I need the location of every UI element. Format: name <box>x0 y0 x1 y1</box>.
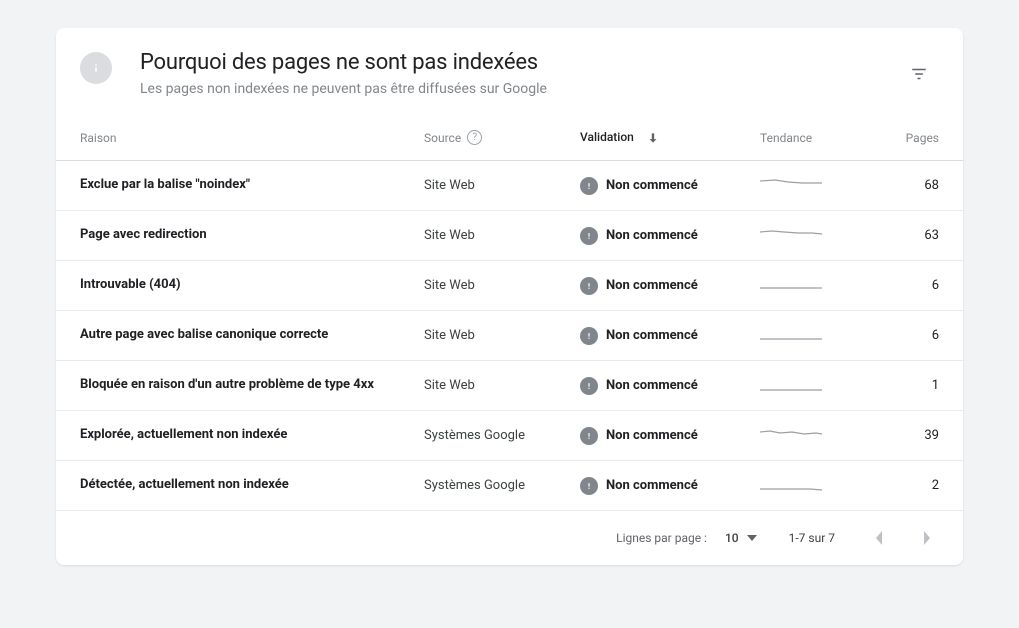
trend-cell <box>760 176 850 196</box>
pagination-range: 1-7 sur 7 <box>789 531 835 545</box>
reason-cell: Page avec redirection <box>80 226 424 245</box>
trend-cell <box>760 276 850 296</box>
table-row[interactable]: Bloquée en raison d'un autre problème de… <box>56 361 963 411</box>
sparkline-icon <box>760 176 822 192</box>
table-row[interactable]: Page avec redirectionSite Web Non commenc… <box>56 211 963 261</box>
validation-status: Non commencé <box>606 328 698 343</box>
alert-icon <box>580 377 598 395</box>
validation-cell: Non commencé <box>580 277 760 295</box>
chevron-left-icon <box>874 531 884 545</box>
col-header-source[interactable]: Source ? <box>424 130 580 145</box>
reason-cell: Autre page avec balise canonique correct… <box>80 326 424 345</box>
validation-cell: Non commencé <box>580 227 760 245</box>
validation-status: Non commencé <box>606 278 698 293</box>
table-row[interactable]: Exclue par la balise "noindex"Site Web No… <box>56 161 963 211</box>
trend-cell <box>760 376 850 396</box>
rows-per-page-value: 10 <box>725 531 739 545</box>
validation-cell: Non commencé <box>580 327 760 345</box>
rows-per-page-label: Lignes par page : <box>616 531 707 545</box>
validation-status: Non commencé <box>606 478 698 493</box>
table-footer: Lignes par page : 10 1-7 sur 7 <box>56 511 963 565</box>
help-icon[interactable]: ? <box>467 130 482 145</box>
sparkline-icon <box>760 226 822 242</box>
prev-page-button[interactable] <box>859 518 899 558</box>
col-header-trend[interactable]: Tendance <box>760 131 850 145</box>
table-row[interactable]: Autre page avec balise canonique correct… <box>56 311 963 361</box>
reason-cell: Explorée, actuellement non indexée <box>80 426 424 445</box>
reason-cell: Détectée, actuellement non indexée <box>80 476 424 495</box>
source-cell: Site Web <box>424 328 580 343</box>
chevron-right-icon <box>922 531 932 545</box>
table-body: Exclue par la balise "noindex"Site WebNo… <box>56 161 963 511</box>
source-cell: Site Web <box>424 278 580 293</box>
validation-cell: Non commencé <box>580 377 760 395</box>
validation-cell: Non commencé <box>580 427 760 445</box>
sparkline-icon <box>760 376 822 392</box>
info-icon <box>80 52 112 84</box>
col-header-source-label: Source <box>424 131 461 145</box>
pages-cell: 39 <box>850 428 939 443</box>
pages-cell: 63 <box>850 228 939 243</box>
source-cell: Systèmes Google <box>424 428 580 443</box>
alert-icon <box>580 427 598 445</box>
validation-status: Non commencé <box>606 378 698 393</box>
pages-cell: 2 <box>850 478 939 493</box>
source-cell: Systèmes Google <box>424 478 580 493</box>
alert-icon <box>580 277 598 295</box>
validation-status: Non commencé <box>606 228 698 243</box>
validation-cell: Non commencé <box>580 477 760 495</box>
alert-icon <box>580 177 598 195</box>
sparkline-icon <box>760 326 822 342</box>
card-header: Pourquoi des pages ne sont pas indexées … <box>56 28 963 115</box>
table-row[interactable]: Explorée, actuellement non indexéeSystèm… <box>56 411 963 461</box>
indexing-reasons-card: Pourquoi des pages ne sont pas indexées … <box>56 28 963 565</box>
dropdown-icon <box>747 535 757 541</box>
trend-cell <box>760 226 850 246</box>
alert-icon <box>580 227 598 245</box>
reason-cell: Introuvable (404) <box>80 276 424 295</box>
filter-icon <box>910 65 928 83</box>
col-header-reason[interactable]: Raison <box>80 131 424 145</box>
table-row[interactable]: Détectée, actuellement non indexéeSystèm… <box>56 461 963 511</box>
trend-cell <box>760 326 850 346</box>
table-row[interactable]: Introuvable (404)Site Web Non commencé 6 <box>56 261 963 311</box>
col-header-pages[interactable]: Pages <box>850 131 939 145</box>
trend-cell <box>760 426 850 446</box>
rows-per-page-select[interactable]: 10 <box>725 531 757 545</box>
validation-status: Non commencé <box>606 428 698 443</box>
source-cell: Site Web <box>424 228 580 243</box>
validation-status: Non commencé <box>606 178 698 193</box>
sort-down-icon <box>642 130 660 145</box>
next-page-button[interactable] <box>907 518 947 558</box>
header-text: Pourquoi des pages ne sont pas indexées … <box>140 50 899 97</box>
sparkline-icon <box>760 426 822 442</box>
card-subtitle: Les pages non indexées ne peuvent pas êt… <box>140 81 899 97</box>
pages-cell: 1 <box>850 378 939 393</box>
source-cell: Site Web <box>424 378 580 393</box>
alert-icon <box>580 477 598 495</box>
pages-cell: 68 <box>850 178 939 193</box>
reason-cell: Exclue par la balise "noindex" <box>80 176 424 195</box>
alert-icon <box>580 327 598 345</box>
col-header-validation[interactable]: Validation <box>580 130 760 145</box>
col-header-validation-label: Validation <box>580 130 634 144</box>
reason-cell: Bloquée en raison d'un autre problème de… <box>80 376 424 395</box>
source-cell: Site Web <box>424 178 580 193</box>
filter-button[interactable] <box>899 54 939 94</box>
sparkline-icon <box>760 276 822 292</box>
table-head: Raison Source ? Validation Tendance Page… <box>56 115 963 161</box>
sparkline-icon <box>760 476 822 492</box>
validation-cell: Non commencé <box>580 177 760 195</box>
pages-cell: 6 <box>850 278 939 293</box>
trend-cell <box>760 476 850 496</box>
card-title: Pourquoi des pages ne sont pas indexées <box>140 50 899 75</box>
pages-cell: 6 <box>850 328 939 343</box>
